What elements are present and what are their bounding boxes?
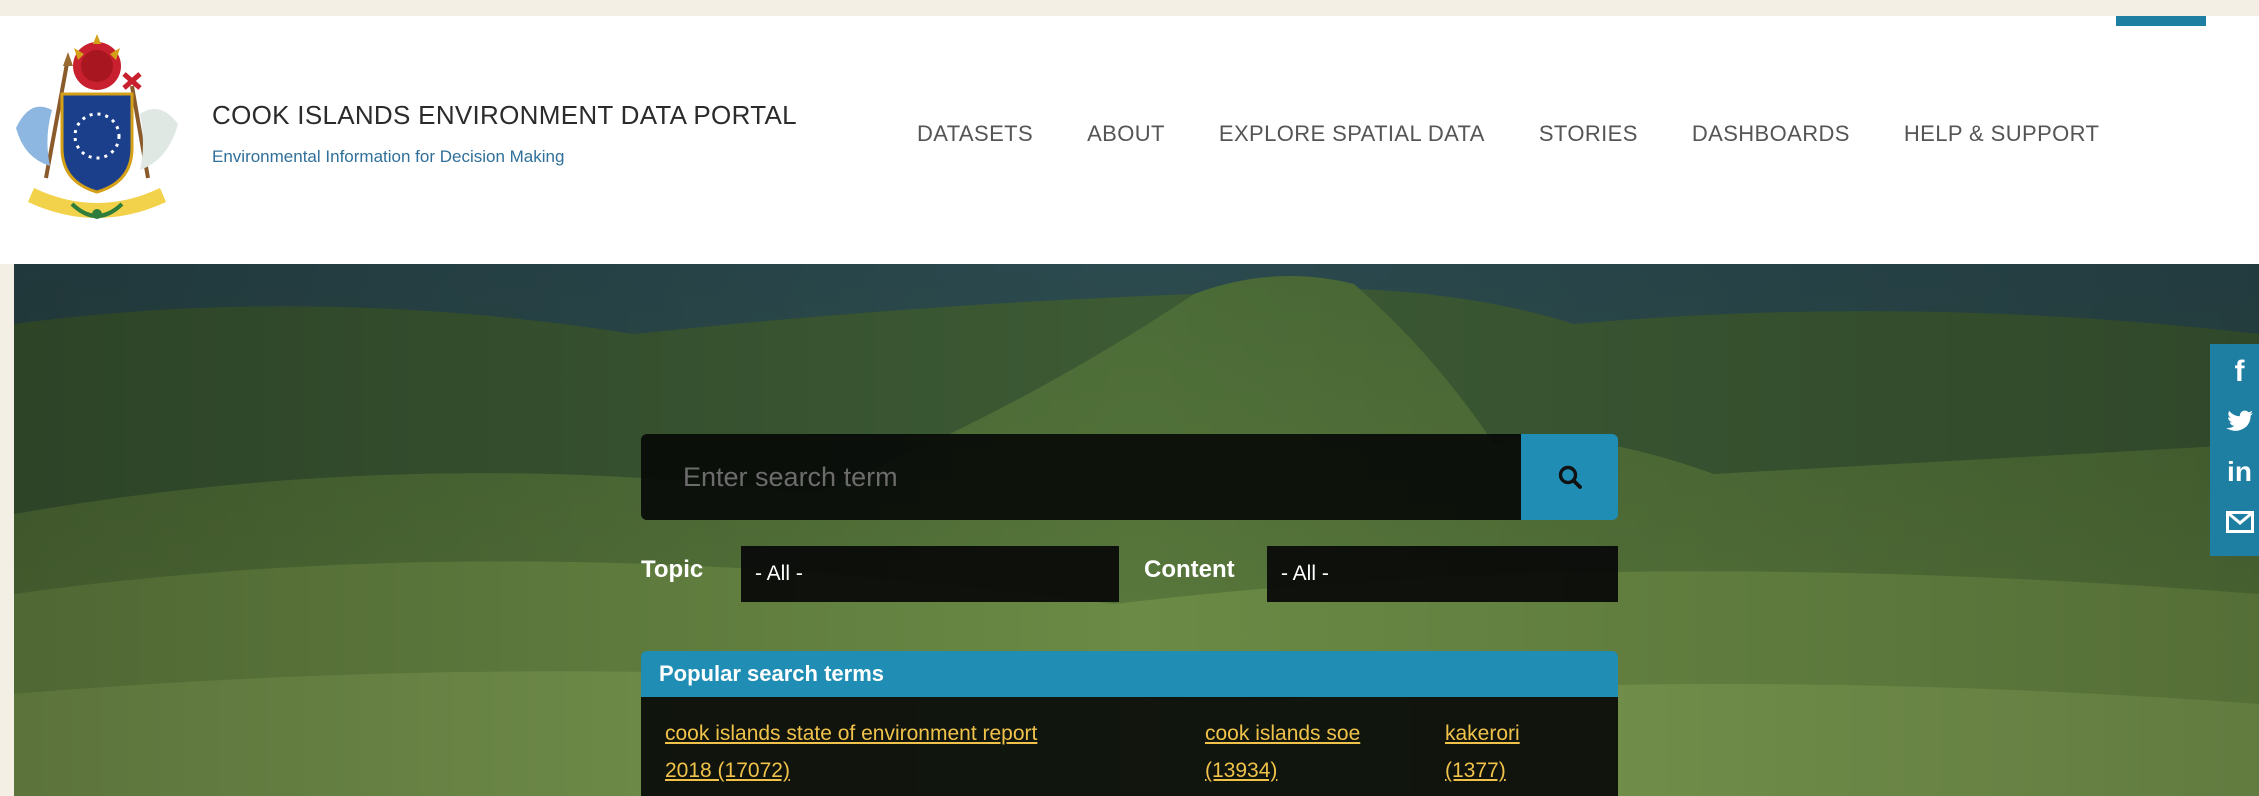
topic-select[interactable]: - All - bbox=[741, 546, 1119, 602]
search-bar bbox=[641, 434, 1618, 520]
site-header: COOK ISLANDS ENVIRONMENT DATA PORTAL Env… bbox=[0, 16, 2259, 264]
search-input[interactable] bbox=[641, 434, 1521, 520]
popular-term-link[interactable]: kakerori (1377) bbox=[1445, 715, 1585, 789]
facebook-icon[interactable]: f bbox=[2220, 350, 2259, 394]
content-label: Content bbox=[1144, 556, 1235, 583]
twitter-icon[interactable] bbox=[2220, 400, 2259, 444]
popular-term-link[interactable]: cook islands state of environment report… bbox=[665, 715, 1205, 789]
popular-search-terms: Popular search terms cook islands state … bbox=[641, 651, 1618, 796]
term-label: cook islands soe bbox=[1205, 722, 1361, 745]
term-count: 2018 (17072) bbox=[665, 759, 790, 782]
page: COOK ISLANDS ENVIRONMENT DATA PORTAL Env… bbox=[0, 0, 2259, 796]
header-accent-bar bbox=[2116, 16, 2206, 26]
nav-item-stories[interactable]: STORIES bbox=[1539, 121, 1638, 147]
nav-item-datasets[interactable]: DATASETS bbox=[917, 121, 1033, 147]
nav-item-help-support[interactable]: HELP & SUPPORT bbox=[1904, 121, 2100, 147]
nav-item-dashboards[interactable]: DASHBOARDS bbox=[1692, 121, 1850, 147]
popular-search-list: cook islands state of environment report… bbox=[641, 697, 1618, 796]
coat-of-arms-logo[interactable] bbox=[12, 28, 182, 228]
topic-label: Topic bbox=[641, 556, 704, 583]
email-icon[interactable] bbox=[2220, 500, 2259, 544]
site-title[interactable]: COOK ISLANDS ENVIRONMENT DATA PORTAL bbox=[212, 100, 797, 131]
nav-item-about[interactable]: ABOUT bbox=[1087, 121, 1165, 147]
popular-term-link[interactable]: cook islands soe (13934) bbox=[1205, 715, 1425, 789]
envelope-glyph bbox=[2225, 511, 2254, 533]
hero-banner: Topic - All - Content - All - Popular se… bbox=[14, 264, 2259, 796]
content-select[interactable]: - All - bbox=[1267, 546, 1618, 602]
search-icon bbox=[1558, 465, 1582, 489]
social-share-bar: f in bbox=[2210, 344, 2259, 556]
twitter-bird-glyph bbox=[2225, 410, 2253, 431]
nav-item-explore-spatial-data[interactable]: EXPLORE SPATIAL DATA bbox=[1219, 121, 1485, 147]
term-count: (1377) bbox=[1445, 759, 1506, 782]
site-tagline: Environmental Information for Decision M… bbox=[212, 147, 565, 166]
term-count: (13934) bbox=[1205, 759, 1278, 782]
term-label: cook islands state of environment report bbox=[665, 722, 1038, 745]
search-button[interactable] bbox=[1521, 434, 1618, 520]
linkedin-icon[interactable]: in bbox=[2220, 450, 2259, 494]
main-nav: DATASETS ABOUT EXPLORE SPATIAL DATA STOR… bbox=[917, 121, 2099, 147]
term-label: kakerori bbox=[1445, 722, 1520, 745]
popular-search-heading: Popular search terms bbox=[641, 651, 1618, 697]
